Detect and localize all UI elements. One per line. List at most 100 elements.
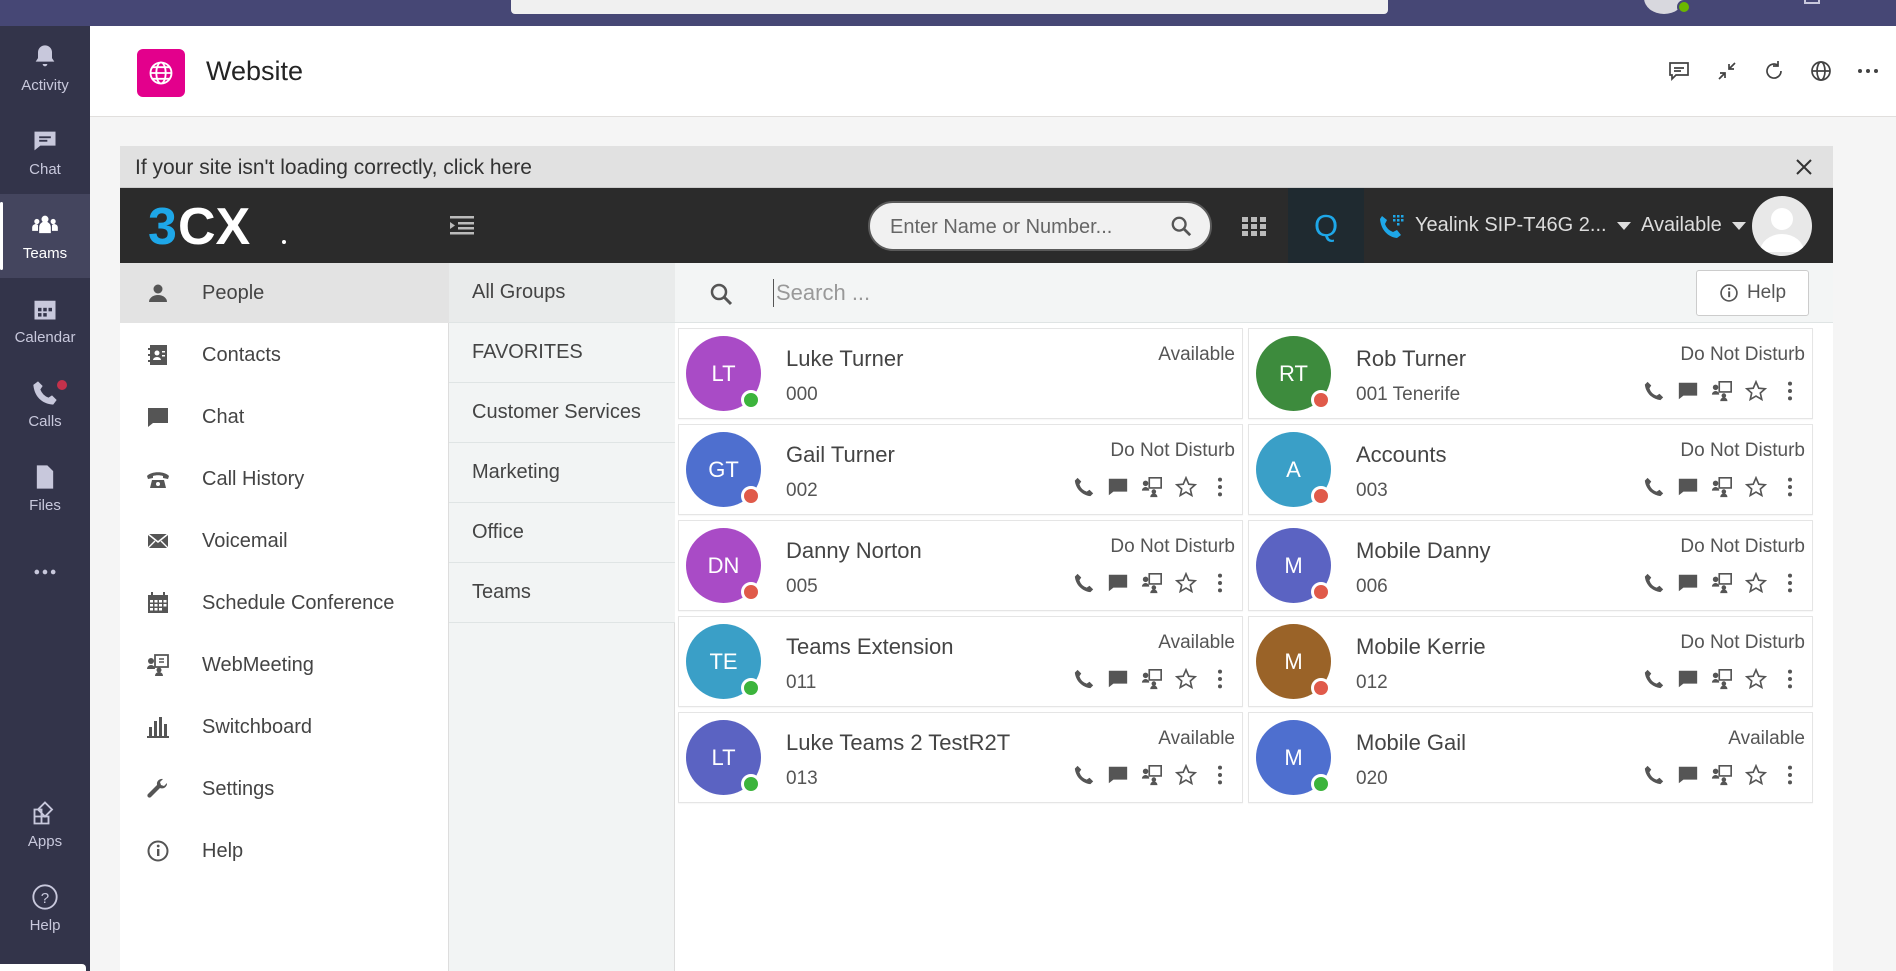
message-button[interactable] (1676, 763, 1700, 787)
nav-item-help[interactable]: Help (120, 821, 449, 881)
person-card[interactable]: RT Rob Turner 001 Tenerife Do Not Disturb (1248, 328, 1813, 419)
nav-item-chat[interactable]: Chat (120, 387, 449, 447)
favorite-button[interactable] (1744, 667, 1768, 691)
rail-item-files[interactable]: Files (0, 446, 90, 530)
queue-button[interactable]: Q (1288, 188, 1364, 263)
more-actions-button[interactable] (1778, 379, 1802, 403)
more-actions-button[interactable] (1208, 475, 1232, 499)
rail-item-activity[interactable]: Activity (0, 26, 90, 110)
status-selector[interactable]: Available (1641, 214, 1746, 237)
people-search-input[interactable] (773, 279, 1473, 307)
group-item-favorites[interactable]: FAVORITES (449, 323, 675, 383)
call-button[interactable] (1642, 667, 1666, 691)
call-button[interactable] (1072, 571, 1096, 595)
more-actions-button[interactable] (1778, 763, 1802, 787)
more-actions-button[interactable] (1208, 571, 1232, 595)
message-button[interactable] (1676, 571, 1700, 595)
favorite-button[interactable] (1174, 763, 1198, 787)
help-button[interactable]: Help (1696, 270, 1809, 316)
more-actions-button[interactable] (1778, 571, 1802, 595)
call-button[interactable] (1072, 763, 1096, 787)
reload-button[interactable] (1759, 56, 1789, 86)
conversation-button[interactable] (1664, 56, 1694, 86)
more-actions-button[interactable] (1778, 667, 1802, 691)
webmeeting-button[interactable] (1710, 475, 1734, 499)
group-item-teams[interactable]: Teams (449, 563, 675, 623)
message-button[interactable] (1106, 571, 1130, 595)
collapse-button[interactable] (1712, 56, 1742, 86)
reload-banner[interactable]: If your site isn't loading correctly, cl… (120, 146, 1833, 188)
message-button[interactable] (1106, 667, 1130, 691)
person-card[interactable]: DN Danny Norton 005 Do Not Disturb (678, 520, 1243, 611)
call-button[interactable] (1642, 571, 1666, 595)
favorite-button[interactable] (1174, 475, 1198, 499)
person-card[interactable]: A Accounts 003 Do Not Disturb (1248, 424, 1813, 515)
call-button[interactable] (1072, 667, 1096, 691)
favorite-button[interactable] (1744, 763, 1768, 787)
more-actions-button[interactable] (1208, 763, 1232, 787)
person-card[interactable]: TE Teams Extension 011 Available (678, 616, 1243, 707)
user-avatar[interactable] (1752, 196, 1812, 256)
favorite-button[interactable] (1744, 379, 1768, 403)
rail-item-calls[interactable]: Calls (0, 362, 90, 446)
person-card[interactable]: LT Luke Teams 2 TestR2T 013 Available (678, 712, 1243, 803)
person-card[interactable]: M Mobile Kerrie 012 Do Not Disturb (1248, 616, 1813, 707)
favorite-button[interactable] (1174, 571, 1198, 595)
dialpad-icon[interactable] (1242, 214, 1266, 238)
nav-item-webmeeting[interactable]: WebMeeting (120, 635, 449, 695)
rail-item-chat[interactable]: Chat (0, 110, 90, 194)
banner-close-button[interactable] (1789, 152, 1819, 182)
webmeeting-button[interactable] (1140, 763, 1164, 787)
rail-item-help[interactable]: ? Help (0, 866, 90, 950)
group-item-customer-services[interactable]: Customer Services (449, 383, 675, 443)
search-icon[interactable] (1170, 215, 1192, 237)
banner-text[interactable]: If your site isn't loading correctly, cl… (135, 156, 532, 180)
nav-item-people[interactable]: People (120, 263, 449, 323)
window-minimize-icon[interactable] (1804, 0, 1820, 4)
person-card[interactable]: M Mobile Danny 006 Do Not Disturb (1248, 520, 1813, 611)
webmeeting-button[interactable] (1140, 475, 1164, 499)
phone-selector[interactable]: Yealink SIP-T46G 2... (1415, 214, 1631, 237)
rail-item-more[interactable] (0, 530, 90, 614)
message-button[interactable] (1106, 475, 1130, 499)
more-options-button[interactable] (1853, 56, 1883, 86)
favorite-button[interactable] (1744, 475, 1768, 499)
webmeeting-button[interactable] (1710, 667, 1734, 691)
menu-collapse-icon[interactable] (450, 214, 474, 236)
person-card[interactable]: M Mobile Gail 020 Available (1248, 712, 1813, 803)
group-item-marketing[interactable]: Marketing (449, 443, 675, 503)
call-button[interactable] (1642, 379, 1666, 403)
message-button[interactable] (1106, 763, 1130, 787)
dial-search-input[interactable] (890, 215, 1160, 239)
call-button[interactable] (1072, 475, 1096, 499)
teams-search-box[interactable] (511, 0, 1388, 14)
webmeeting-button[interactable] (1140, 667, 1164, 691)
favorite-button[interactable] (1744, 571, 1768, 595)
message-button[interactable] (1676, 475, 1700, 499)
person-card[interactable]: GT Gail Turner 002 Do Not Disturb (678, 424, 1243, 515)
favorite-button[interactable] (1174, 667, 1198, 691)
call-button[interactable] (1642, 763, 1666, 787)
rail-item-apps[interactable]: Apps (0, 782, 90, 866)
open-in-browser-button[interactable] (1806, 56, 1836, 86)
rail-item-calendar[interactable]: Calendar (0, 278, 90, 362)
nav-item-switchboard[interactable]: Switchboard (120, 697, 449, 757)
webmeeting-button[interactable] (1710, 571, 1734, 595)
dial-search-box[interactable] (868, 201, 1212, 251)
rail-item-teams[interactable]: Teams (0, 194, 90, 278)
nav-item-settings[interactable]: Settings (120, 759, 449, 819)
nav-item-call-history[interactable]: Call History (120, 449, 449, 509)
nav-item-contacts[interactable]: Contacts (120, 325, 449, 385)
more-actions-button[interactable] (1208, 667, 1232, 691)
nav-item-voicemail[interactable]: Voicemail (120, 511, 449, 571)
message-button[interactable] (1676, 667, 1700, 691)
more-actions-button[interactable] (1778, 475, 1802, 499)
group-item-office[interactable]: Office (449, 503, 675, 563)
message-button[interactable] (1676, 379, 1700, 403)
person-card[interactable]: LT Luke Turner 000 Available (678, 328, 1243, 419)
webmeeting-button[interactable] (1710, 763, 1734, 787)
webmeeting-button[interactable] (1710, 379, 1734, 403)
call-button[interactable] (1642, 475, 1666, 499)
nav-item-schedule-conference[interactable]: Schedule Conference (120, 573, 449, 633)
webmeeting-button[interactable] (1140, 571, 1164, 595)
